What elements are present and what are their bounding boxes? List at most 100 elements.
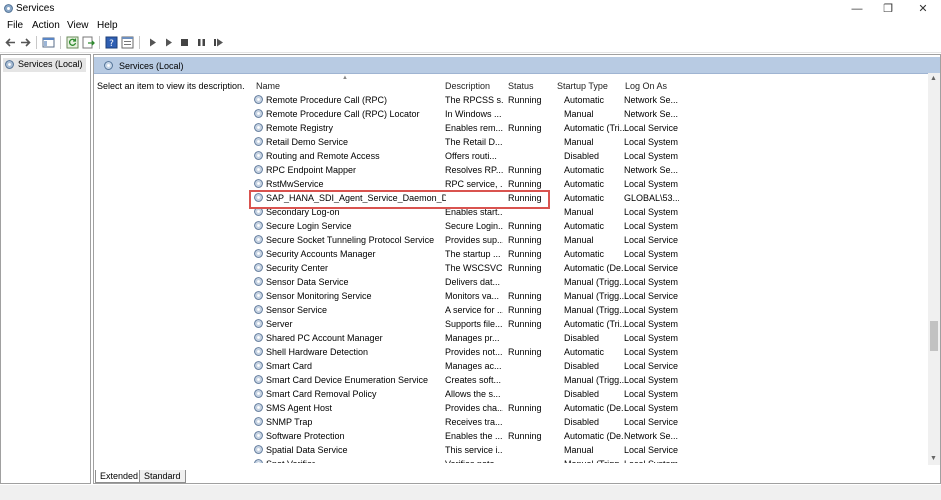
service-row[interactable]: Remote Procedure Call (RPC) Locator In Wi… (247, 107, 937, 121)
service-row[interactable]: Secure Socket Tunneling Protocol Service… (247, 233, 937, 247)
properties-icon[interactable] (121, 36, 134, 49)
forward-arrow-icon[interactable] (19, 36, 32, 49)
services-gear-icon (104, 61, 113, 70)
service-row[interactable]: Sensor Monitoring Service Monitors va... R… (247, 289, 937, 303)
service-name: Shell Hardware Detection (266, 347, 369, 357)
service-log-on-as: Local System (624, 249, 679, 259)
service-row[interactable]: Remote Procedure Call (RPC) The RPCSS s..… (247, 93, 937, 107)
service-name: Secure Socket Tunneling Protocol Service (266, 235, 435, 245)
service-gear-icon (253, 220, 264, 231)
service-row[interactable]: Server Supports file... Running Automatic (… (247, 317, 937, 331)
service-gear-icon (253, 248, 264, 259)
services-pane: Services (Local) Select an item to view … (93, 54, 941, 484)
console-tree: Services (Local) (0, 54, 91, 484)
service-row[interactable]: Routing and Remote Access Offers routi...… (247, 149, 937, 163)
service-startup-type: Manual (Trigg... (564, 375, 624, 385)
pane-header: Services (Local) (94, 57, 940, 74)
menu-help[interactable]: Help (97, 20, 118, 31)
service-name: Remote Registry (266, 123, 334, 133)
service-name: Spatial Data Service (266, 445, 348, 455)
minimize-button[interactable]: — (842, 1, 872, 17)
service-row[interactable]: Security Center The WSCSVC... Running Autom… (247, 261, 937, 275)
service-row[interactable]: Shared PC Account Manager Manages pr... Di… (247, 331, 937, 345)
start-service-alt-icon[interactable] (162, 36, 175, 49)
service-row[interactable]: SMS Agent Host Provides cha... Running Auto… (247, 401, 937, 415)
service-startup-type: Automatic (564, 95, 605, 105)
service-description: Enables the ... (445, 431, 503, 441)
service-status: Running (508, 221, 542, 231)
service-row[interactable]: SNMP Trap Receives tra... Disabled Local Se… (247, 415, 937, 429)
back-arrow-icon[interactable] (4, 36, 17, 49)
service-name: Smart Card Removal Policy (266, 389, 377, 399)
vertical-scrollbar[interactable]: ▲ ▼ (928, 73, 940, 465)
service-startup-type: Automatic (De... (564, 263, 624, 273)
close-button[interactable]: ✕ (908, 1, 938, 17)
column-headers: Name ▲ Description Status Startup Type L… (247, 75, 939, 92)
tree-item-services-local[interactable]: Services (Local) (3, 58, 86, 72)
service-row[interactable]: Security Accounts Manager The startup ...… (247, 247, 937, 261)
service-name: Sensor Data Service (266, 277, 349, 287)
service-startup-type: Manual (Trigg... (564, 291, 624, 301)
scrollbar-thumb[interactable] (930, 321, 938, 351)
service-row[interactable]: Spot VerifierVerifies pote... Manual (Tri… (247, 457, 937, 463)
service-status: Running (508, 179, 542, 189)
refresh-icon[interactable] (66, 36, 79, 49)
service-row[interactable]: Smart Card Manages ac... Disabled Local Ser… (247, 359, 937, 373)
pause-service-icon[interactable] (195, 36, 208, 49)
service-name: Secure Login Service (266, 221, 352, 231)
menu-view[interactable]: View (67, 20, 89, 31)
service-row[interactable]: Spatial Data Service This service i... Man… (247, 443, 937, 457)
service-startup-type: Manual (564, 207, 594, 217)
menu-action[interactable]: Action (32, 20, 60, 31)
service-gear-icon (253, 430, 264, 441)
services-gear-icon (4, 4, 13, 13)
stop-service-icon[interactable] (178, 36, 191, 49)
service-row[interactable]: Sensor Service A service for ... Running Ma… (247, 303, 937, 317)
service-row[interactable]: Secure Login Service Secure Login... Runni… (247, 219, 937, 233)
service-status: Running (508, 403, 542, 413)
service-description: The RPCSS s... (445, 95, 503, 105)
scroll-up-arrow-icon[interactable]: ▲ (930, 75, 937, 82)
title-bar: Services — ❐ ✕ (0, 0, 941, 18)
service-name: Retail Demo Service (266, 137, 349, 147)
service-startup-type: Automatic (564, 347, 605, 357)
service-log-on-as: Local System (624, 333, 679, 343)
service-gear-icon (253, 94, 264, 105)
service-row[interactable]: Sensor Data Service Delivers dat... Manual… (247, 275, 937, 289)
service-description: Provides cha... (445, 403, 503, 413)
service-row[interactable]: Smart Card Device Enumeration Service Cre… (247, 373, 937, 387)
service-description: The Retail D... (445, 137, 503, 147)
service-row[interactable]: Shell Hardware Detection Provides not... R… (247, 345, 937, 359)
service-startup-type: Manual (564, 137, 594, 147)
column-header-log-on-as[interactable]: Log On As (625, 81, 667, 91)
tab-extended[interactable]: Extended (95, 470, 144, 483)
column-header-startup-type[interactable]: Startup Type (557, 81, 608, 91)
service-log-on-as: Local Service (624, 445, 679, 455)
service-startup-type: Disabled (564, 361, 600, 371)
service-row[interactable]: RstMwService RPC service, ... Running Autom… (247, 177, 937, 191)
service-row[interactable]: Retail Demo Service The Retail D... Manual… (247, 135, 937, 149)
service-startup-type: Automatic (Tri... (564, 319, 624, 329)
scroll-down-arrow-icon[interactable]: ▼ (930, 455, 937, 462)
help-icon[interactable]: ? (105, 36, 118, 49)
service-row[interactable]: Smart Card Removal Policy Allows the s...… (247, 387, 937, 401)
column-header-status[interactable]: Status (508, 81, 534, 91)
start-service-icon[interactable] (146, 36, 159, 49)
service-row[interactable]: Remote Registry Enables rem... Running Auto… (247, 121, 937, 135)
menu-file[interactable]: File (7, 20, 23, 31)
export-list-icon[interactable] (82, 36, 95, 49)
service-log-on-as: Network Se... (624, 165, 679, 175)
service-gear-icon (253, 262, 264, 273)
service-startup-type: Manual (564, 235, 594, 245)
service-gear-icon (253, 178, 264, 189)
service-description: This service i... (445, 445, 503, 455)
toolbar: ? (0, 33, 941, 53)
tab-standard[interactable]: Standard (139, 470, 186, 483)
service-row[interactable]: Software Protection Enables the ... Runnin… (247, 429, 937, 443)
maximize-button[interactable]: ❐ (873, 1, 903, 17)
show-hide-console-tree-icon[interactable] (42, 36, 55, 49)
service-row[interactable]: RPC Endpoint Mapper Resolves RP... Running… (247, 163, 937, 177)
restart-service-icon[interactable] (212, 36, 225, 49)
column-header-name[interactable]: Name (256, 81, 280, 91)
column-header-description[interactable]: Description (445, 81, 490, 91)
